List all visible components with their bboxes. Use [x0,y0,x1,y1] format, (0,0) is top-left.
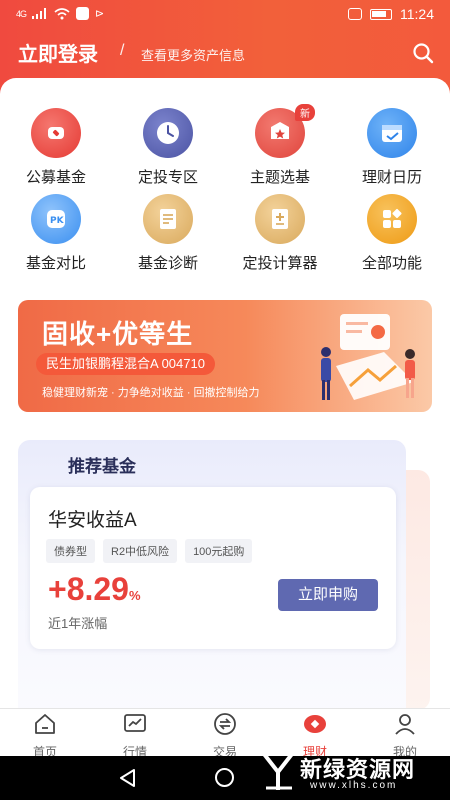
wealth-icon [304,715,326,733]
fund-return-value: +8.29 [48,571,129,607]
asset-info-link[interactable]: 查看更多资产信息 [141,45,245,64]
chart-icon [124,714,146,732]
search-icon[interactable] [412,42,434,64]
vibrate-icon [348,8,362,20]
grid-label: 定投专区 [137,169,198,186]
home-icon [35,714,55,734]
fund-tag: 债券型 [46,539,95,563]
diagnose-icon [143,194,193,244]
fund-name: 华安收益A [48,510,137,531]
watermark-url: www.xlhs.com [310,780,398,791]
buy-button[interactable]: 立即申购 [278,579,378,611]
banner-illustration [321,314,415,400]
clock-time: 11:24 [400,6,434,22]
recommend-title: 推荐基金 [68,457,136,476]
back-icon[interactable] [118,768,138,788]
user-icon [395,714,415,735]
bottom-tab-bar: 首页 行情 交易 理财 我的 [0,708,450,759]
calendar-icon [367,108,417,158]
theme-icon: 新 [255,104,315,158]
header-separator: / [120,42,125,59]
fund-icon [31,108,81,158]
main-card: 公募基金 定投专区 新 主题选基 理财日历 PK 基金对比 基金诊断 定投计算器… [0,78,450,740]
calculator-icon [255,194,305,244]
recommend-card-stack [404,470,430,710]
home-circle-icon[interactable] [215,768,234,787]
exchange-icon [214,713,236,735]
new-badge: 新 [295,104,315,121]
compare-icon: PK [31,194,81,244]
banner-fund: 民生加银鹏程混合A 004710 [36,353,215,375]
fund-tag: 100元起购 [185,539,253,563]
app-notify-icon [76,7,90,20]
grid-label: 主题选基 [249,169,310,186]
fund-tags: 债券型 R2中低风险 100元起购 [46,539,253,563]
grid-item-calendar[interactable]: 理财日历 [336,108,448,187]
grid-item-fixed-invest[interactable]: 定投专区 [112,108,224,187]
fund-return-unit: % [128,588,141,603]
clock-icon [143,108,193,158]
watermark-logo-icon [262,752,294,790]
status-bar: 4G ⊳ 11:24 [0,0,450,28]
promo-banner[interactable]: 固收+优等生 民生加银鹏程混合A 004710 稳健理财新宠 · 力争绝对收益 … [18,300,432,412]
grid-item-all-features[interactable]: 全部功能 [336,194,448,273]
fund-tag: R2中低风险 [103,539,178,563]
tab-trade[interactable]: 交易 [180,712,270,760]
grid-item-public-fund[interactable]: 公募基金 [0,108,112,187]
grid-item-calculator[interactable]: 定投计算器 [224,194,336,273]
battery-icon [370,8,392,20]
banner-title: 固收+优等生 [42,319,194,349]
recommend-section: 推荐基金 华安收益A 债券型 R2中低风险 100元起购 +8.29% 近1年涨… [18,440,406,740]
grid-label: 定投计算器 [242,255,318,272]
grid-item-diagnose[interactable]: 基金诊断 [112,194,224,273]
tab-market[interactable]: 行情 [90,712,180,760]
grid-item-compare[interactable]: PK 基金对比 [0,194,112,273]
signal-label: 4G [16,8,27,19]
grid-label: 全部功能 [361,255,422,272]
grid-label: 理财日历 [361,169,422,186]
tab-home[interactable]: 首页 [0,712,90,760]
grid-label: 公募基金 [25,169,86,186]
cast-icon: ⊳ [95,8,105,20]
fund-card[interactable]: 华安收益A 债券型 R2中低风险 100元起购 +8.29% 近1年涨幅 立即申… [30,487,396,649]
grid-label: 基金对比 [25,255,86,272]
svg-text:PK: PK [50,216,65,226]
fund-return-label: 近1年涨幅 [48,616,108,631]
signal-icon [32,8,47,19]
wifi-icon [54,7,70,19]
grid-label: 基金诊断 [137,255,198,272]
fund-return: +8.29% [48,571,141,608]
all-features-icon [367,194,417,244]
grid-item-theme-fund[interactable]: 新 主题选基 [224,104,336,187]
banner-slogan: 稳健理财新宠 · 力争绝对收益 · 回撤控制给力 [42,387,260,399]
login-link[interactable]: 立即登录 [18,38,98,67]
